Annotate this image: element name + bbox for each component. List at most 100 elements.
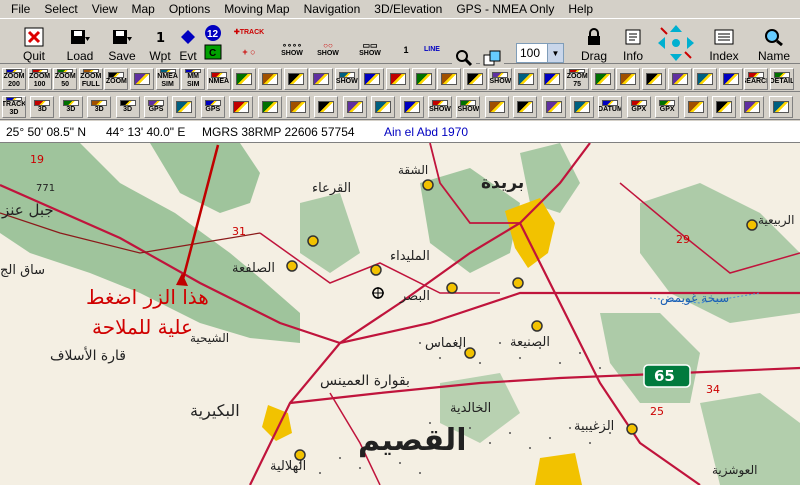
toolbar-button[interactable] xyxy=(386,68,410,90)
toolbar-button[interactable] xyxy=(539,68,564,90)
menu-item[interactable]: Map xyxy=(125,2,162,16)
toolbar-button[interactable] xyxy=(616,68,641,90)
event-button[interactable]: Evt xyxy=(176,21,200,63)
toolbar-button[interactable] xyxy=(283,68,308,90)
toolbar-button[interactable]: SHOW xyxy=(456,96,481,118)
menu-item[interactable]: File xyxy=(4,2,37,16)
toolbar-button[interactable] xyxy=(229,96,254,118)
toolbar-button[interactable] xyxy=(130,68,154,90)
toolbar-button[interactable]: TRACK 3D xyxy=(2,96,26,118)
toolbar-button[interactable] xyxy=(399,96,424,118)
menu-item[interactable]: Help xyxy=(561,2,600,16)
pan-arrows-button[interactable] xyxy=(656,21,696,63)
toolbar-button[interactable] xyxy=(411,68,436,90)
toolbar-button[interactable] xyxy=(462,68,487,90)
toolbar-button[interactable] xyxy=(286,96,310,118)
toolbar-button[interactable] xyxy=(570,96,594,118)
toolbar-button[interactable] xyxy=(360,68,385,90)
toolbar-button[interactable]: SHOW xyxy=(428,96,452,118)
toolbar-button[interactable]: 3D xyxy=(115,96,140,118)
load-button[interactable]: Load xyxy=(60,21,100,63)
info-button[interactable]: Info xyxy=(618,21,648,63)
index-button[interactable]: Index xyxy=(706,21,742,63)
numbered-waypoint-button[interactable]: 1 xyxy=(394,39,418,61)
show-button-2[interactable]: ○○ SHOW xyxy=(314,39,342,61)
toolbar-button[interactable]: ZOOM 50 xyxy=(53,68,78,90)
line-button[interactable]: LINE xyxy=(420,39,444,61)
zoom-select[interactable]: 100 ▼ xyxy=(516,43,564,63)
toolbar-button[interactable] xyxy=(309,68,334,90)
toolbar-button[interactable] xyxy=(667,68,692,90)
toolbar-glyph-icon xyxy=(517,101,534,113)
toolbar-button[interactable] xyxy=(484,96,509,118)
c-button[interactable]: C xyxy=(202,42,224,61)
name-button[interactable]: Name xyxy=(756,21,792,63)
save-button[interactable]: Save xyxy=(104,21,140,63)
toolbar-button[interactable]: ZOOM 200 xyxy=(2,68,26,90)
toolbar-button[interactable] xyxy=(342,96,367,118)
toolbar-button[interactable]: SHOW xyxy=(334,68,359,90)
search-name-icon xyxy=(763,26,785,48)
toolbar-button[interactable]: 3D xyxy=(30,96,55,118)
menu-item[interactable]: Navigation xyxy=(297,2,368,16)
toolbar-button[interactable] xyxy=(257,96,282,118)
toolbar-button[interactable] xyxy=(371,96,396,118)
toolbar-button[interactable]: DATUM xyxy=(598,96,623,118)
toolbar-button[interactable]: SEARCH xyxy=(744,68,769,90)
toolbar-button-label: GPX xyxy=(659,106,675,113)
toolbar-button[interactable]: ZOOM 75 xyxy=(565,68,590,90)
toolbar-button[interactable]: NMEA SIM xyxy=(155,68,180,90)
toolbar-button[interactable]: 3D xyxy=(87,96,112,118)
menu-item[interactable]: View xyxy=(85,2,125,16)
toolbar-glyph-icon xyxy=(687,101,704,113)
menu-bar: File Select View Map Options Moving Map Naviga… xyxy=(0,0,800,17)
place-buraydah: بريدة xyxy=(481,173,525,193)
toolbar-button[interactable]: GPS xyxy=(200,96,225,118)
toolbar-button[interactable]: MM SIM xyxy=(181,68,206,90)
toolbar-button[interactable] xyxy=(437,68,462,90)
menu-item[interactable]: Options xyxy=(162,2,217,16)
place-label: الغماس xyxy=(425,336,467,351)
toolbar-button[interactable] xyxy=(590,68,615,90)
map-view[interactable]: بريدة الشقة القرعاء جبل عنز الصلفعة المل… xyxy=(0,143,800,485)
track-points-button[interactable]: + ○ xyxy=(234,43,264,62)
toolbar-button[interactable] xyxy=(768,96,793,118)
menu-item[interactable]: GPS - NMEA Only xyxy=(449,2,561,16)
toolbar-button[interactable] xyxy=(693,68,718,90)
toolbar-button[interactable]: DETAIL xyxy=(770,68,794,90)
toolbar-button[interactable] xyxy=(314,96,339,118)
toolbar-button[interactable]: GPX xyxy=(655,96,680,118)
toolbar-button[interactable]: ZOOM 100 xyxy=(27,68,52,90)
toolbar-button-label: 3D xyxy=(37,106,47,113)
toolbar-button[interactable]: GPS xyxy=(144,96,168,118)
toolbar-button[interactable] xyxy=(541,96,566,118)
waypoint-button[interactable]: 1 Wpt xyxy=(146,21,174,63)
toolbar-button[interactable] xyxy=(258,68,282,90)
toolbar-button[interactable] xyxy=(514,68,538,90)
track-count-badge[interactable]: 12 xyxy=(202,23,224,42)
toolbar-button[interactable] xyxy=(642,68,666,90)
toolbar-button[interactable]: ZOOM xyxy=(104,68,129,90)
show-button-1[interactable]: ∘∘∘∘ SHOW xyxy=(278,39,306,61)
toolbar-button[interactable]: SHOW xyxy=(488,68,513,90)
toolbar-button[interactable] xyxy=(718,68,743,90)
toolbar-button[interactable]: NMEA xyxy=(206,68,231,90)
menu-item[interactable]: 3D/Elevation xyxy=(367,2,449,16)
toolbar-button[interactable] xyxy=(172,96,197,118)
show-button-3[interactable]: ▭▭ SHOW xyxy=(356,39,384,61)
toolbar-button[interactable] xyxy=(740,96,765,118)
toolbar-button[interactable] xyxy=(513,96,538,118)
menu-item[interactable]: Moving Map xyxy=(217,2,296,16)
toolbar-button[interactable] xyxy=(683,96,708,118)
quit-button[interactable]: Quit xyxy=(16,21,52,63)
name-label: Name xyxy=(757,49,790,63)
toolbar-button[interactable]: ZOOM FULL xyxy=(78,68,103,90)
toolbar-button[interactable] xyxy=(712,96,736,118)
toolbar-button[interactable] xyxy=(232,68,257,90)
menu-item[interactable]: Select xyxy=(37,2,84,16)
toolbar-button[interactable]: 3D xyxy=(58,96,83,118)
toolbar-button-label: 3D xyxy=(66,106,76,113)
drag-button[interactable]: Drag xyxy=(578,21,610,63)
track-button[interactable]: ✚ TRACK xyxy=(232,23,266,42)
toolbar-button[interactable]: GPX xyxy=(626,96,651,118)
